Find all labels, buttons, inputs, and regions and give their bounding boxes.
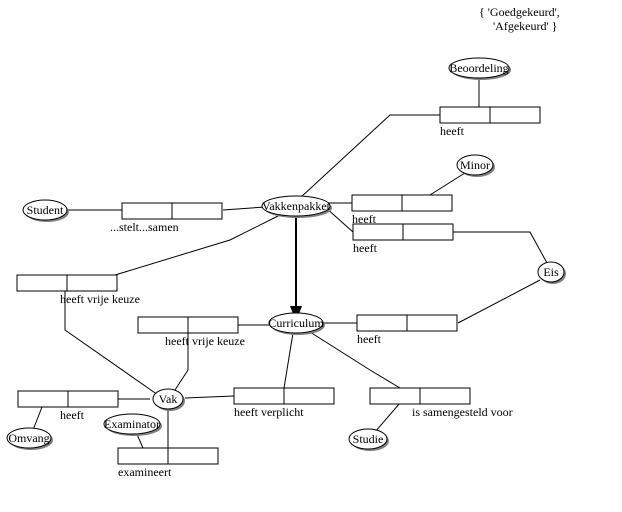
svg-text:Minor: Minor	[460, 158, 490, 172]
fact-vrije-keuze-cur: heeft vrije keuze	[138, 317, 245, 348]
entity-vakkenpakket: Vakkenpakket	[262, 196, 332, 218]
fact-heeft-minor: heeft	[352, 195, 452, 226]
fact-examineert: examineert	[118, 448, 218, 479]
fact-heeft-verplicht: heeft verplicht	[234, 388, 334, 419]
label-is-samengesteld: is samengesteld voor	[412, 405, 513, 419]
fact-is-samengesteld: is samengesteld voor	[370, 388, 513, 419]
label-vrije-keuze-vp: heeft vrije keuze	[60, 292, 140, 306]
entity-minor: Minor	[457, 155, 495, 177]
svg-text:'Afgekeurd' }: 'Afgekeurd' }	[493, 19, 557, 33]
label-heeft-verplicht: heeft verplicht	[234, 405, 304, 419]
fact-heeft-eis-vp: heeft	[353, 224, 453, 255]
fact-heeft-eis-cur: heeft	[357, 315, 457, 346]
entity-omvang: Omvang	[7, 428, 53, 450]
label-heeft-eis-vp: heeft	[353, 241, 378, 255]
svg-text:Vak: Vak	[159, 392, 178, 406]
entity-studie: Studie	[349, 429, 389, 451]
entity-eis: Eis	[538, 262, 566, 284]
entity-beoordeling: Beoordeling	[449, 58, 511, 80]
label-heeft-omvang: heeft	[60, 408, 85, 422]
label-examineert: examineert	[118, 465, 172, 479]
label-heeft-beoord: heeft	[440, 124, 465, 138]
svg-text:Curriculum: Curriculum	[268, 316, 324, 330]
entity-examinator: Examinator	[104, 414, 162, 436]
svg-text:Eis: Eis	[543, 265, 559, 279]
svg-text:Examinator: Examinator	[104, 417, 160, 431]
entity-curriculum: Curriculum	[268, 313, 325, 335]
svg-text:Omvang: Omvang	[8, 431, 49, 445]
entity-student: Student	[23, 200, 69, 222]
fact-vrije-keuze-vp: heeft vrije keuze	[17, 275, 140, 306]
fact-heeft-omvang: heeft	[18, 391, 118, 422]
label-vrije-keuze-cur: heeft vrije keuze	[165, 334, 245, 348]
svg-text:Vakkenpakket: Vakkenpakket	[262, 199, 331, 213]
label-heeft-eis-cur: heeft	[357, 332, 382, 346]
entity-vak: Vak	[153, 389, 185, 411]
svg-text:Studie: Studie	[353, 432, 384, 446]
svg-text:{ 'Goedgekeurd',: { 'Goedgekeurd',	[479, 5, 560, 19]
fact-stelt-samen: ...stelt...samen	[110, 203, 222, 234]
svg-text:Beoordeling: Beoordeling	[449, 61, 508, 75]
fact-heeft-beoordeling: heeft	[440, 107, 540, 138]
svg-text:Student: Student	[27, 203, 64, 217]
label-stelt-samen: ...stelt...samen	[110, 220, 179, 234]
constraint-text: { 'Goedgekeurd', 'Afgekeurd' }	[479, 5, 560, 33]
